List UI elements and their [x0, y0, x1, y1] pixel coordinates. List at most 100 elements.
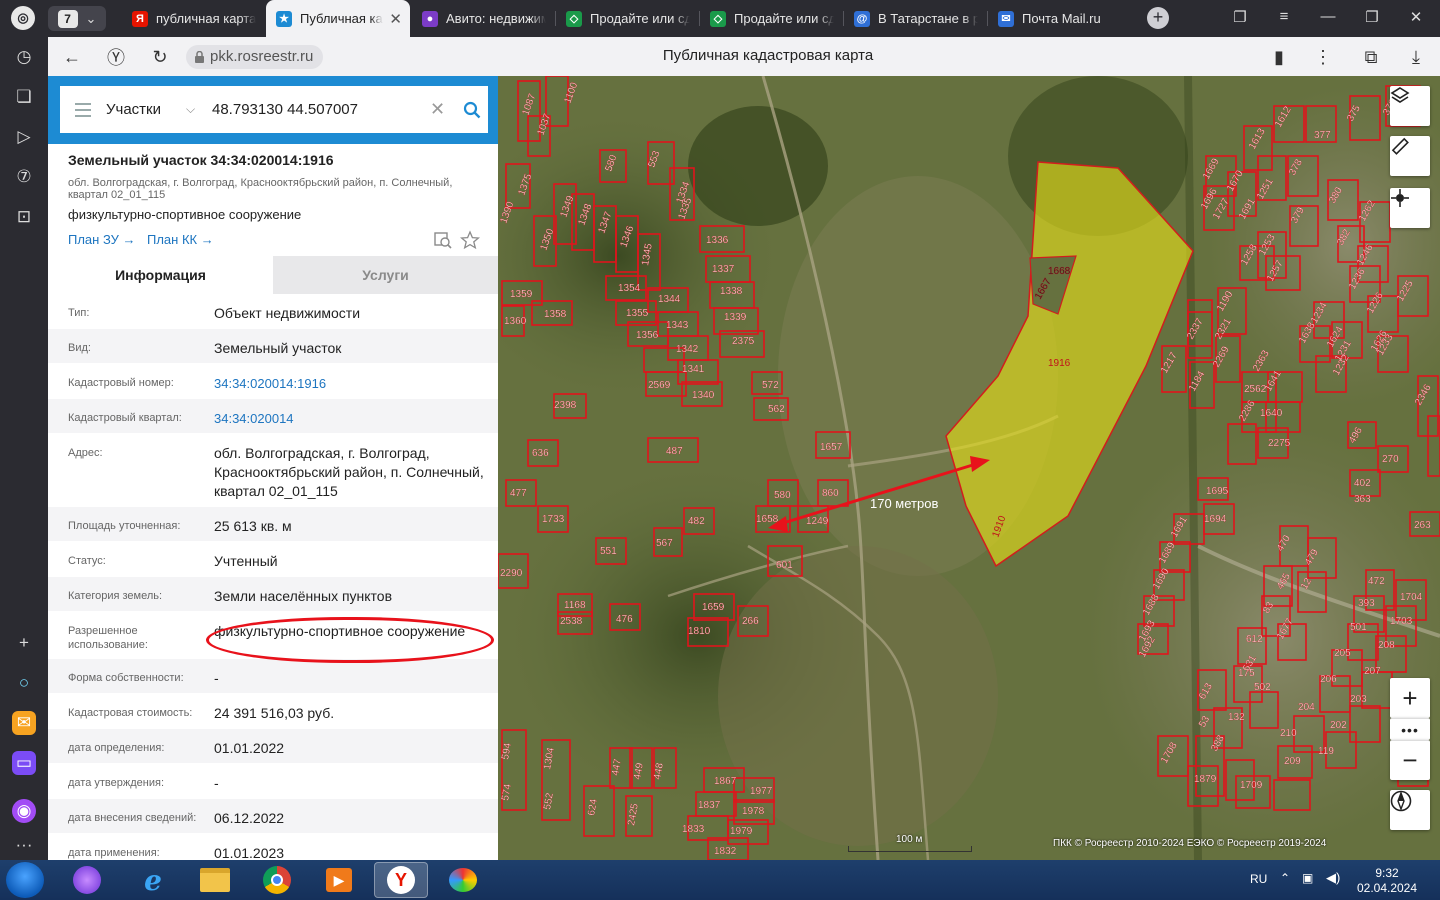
svg-text:482: 482 [688, 516, 705, 527]
close-tab-icon[interactable]: ✕ [389, 10, 402, 28]
svg-text:202: 202 [1330, 720, 1347, 731]
clock[interactable]: 9:32 02.04.2024 [1352, 866, 1422, 896]
tab-services[interactable]: Услуги [273, 256, 498, 294]
svg-text:119: 119 [1318, 746, 1334, 757]
volume-icon[interactable]: ◀) [1326, 870, 1340, 886]
property-row: Вид: Земельный участок [48, 329, 498, 364]
alice-app-icon[interactable] [60, 862, 114, 898]
menu-icon[interactable]: ≡ [1271, 8, 1297, 25]
tab-5[interactable]: ◇ Продайте или сдайте [700, 0, 842, 37]
property-value: 06.12.2022 [214, 810, 285, 826]
more-icon[interactable]: ··· [12, 833, 36, 857]
tab-counter-button[interactable]: 7 ⌄ [48, 6, 106, 31]
history-icon[interactable]: ◷ [12, 45, 36, 69]
play-icon[interactable]: ▷ [12, 125, 36, 149]
browser-tab-bar: ◎ 7 ⌄ Я публичная карта ★ Публичная када… [0, 0, 1440, 37]
tab-7[interactable]: ✉ Почта Mail.ru [988, 0, 1130, 37]
property-value: Земельный участок [214, 340, 342, 356]
tab-3[interactable]: ● Авито: недвижимость [412, 0, 554, 37]
profile-button[interactable]: ◎ [8, 3, 38, 33]
layers-button[interactable] [1390, 86, 1430, 126]
tab-2-active[interactable]: ★ Публичная кадастровая карта ✕ [266, 0, 410, 37]
map-view[interactable]: 1087 1100 1037 580 553 1375 1390 1350 1349 134… [498, 76, 1440, 860]
plan-zu-link[interactable]: План ЗУ → [68, 232, 136, 247]
download-icon[interactable]: ⤓ [1404, 45, 1428, 69]
collections-icon[interactable]: ❏ [12, 85, 36, 109]
svg-text:1703: 1703 [1390, 616, 1413, 627]
chrome-icon[interactable] [250, 862, 304, 898]
plan-kk-link[interactable]: План КК → [147, 232, 214, 247]
rosreestr-icon: ★ [276, 10, 292, 27]
address-bar-row: ← Ⓨ ↻ pkk.rosreestr.ru Публичная кадастр… [48, 37, 1440, 76]
network-icon[interactable]: ▣ [1302, 871, 1313, 885]
alice-icon[interactable]: ○ [12, 671, 36, 695]
clock-time: 9:32 [1375, 866, 1399, 880]
property-row: Форма собственности: - [48, 659, 498, 694]
yandex-browser-icon[interactable]: Y [374, 862, 428, 898]
clock-date: 02.04.2024 [1356, 881, 1418, 895]
search-icon[interactable] [456, 101, 488, 119]
paint-icon[interactable] [436, 862, 490, 898]
tab-1[interactable]: Я публичная карта [122, 0, 264, 37]
search-input[interactable]: 48.793130 44.507007 [212, 101, 430, 118]
seven-icon[interactable]: ⑦ [12, 165, 36, 189]
screenshot-icon[interactable]: ⊡ [12, 205, 36, 229]
ruler-button[interactable] [1390, 136, 1430, 176]
url-field[interactable]: pkk.rosreestr.ru [186, 45, 324, 69]
svg-text:1341: 1341 [682, 364, 705, 375]
zoom-in-button[interactable]: + [1390, 678, 1430, 718]
zoom-to-object-icon[interactable] [433, 230, 453, 250]
locate-button[interactable] [1390, 188, 1430, 228]
alice-assistant-icon[interactable]: ◉ [12, 799, 36, 823]
tab-title: Почта Mail.ru [1022, 11, 1101, 26]
more-vertical-icon[interactable]: ⋮ [1311, 45, 1335, 69]
collections-icon[interactable]: ❐ [1227, 8, 1253, 26]
new-tab-button[interactable]: + [1147, 7, 1169, 29]
zoom-more-button[interactable]: ••• [1390, 718, 1430, 740]
messenger-icon[interactable]: ▭ [12, 751, 36, 775]
restore-icon[interactable]: ❐ [1359, 8, 1385, 26]
zoom-out-button[interactable]: − [1390, 740, 1430, 780]
satellite-map[interactable]: 1087 11001037 580 5531375 139013501349 134… [498, 76, 1440, 860]
tab-6[interactable]: @ В Татарстане в р [844, 0, 986, 37]
back-arrow-icon[interactable]: ← [60, 45, 84, 69]
yandex-button-icon[interactable]: Ⓨ [104, 45, 128, 69]
favorite-star-icon[interactable] [460, 230, 480, 250]
svg-text:1659: 1659 [702, 602, 725, 613]
translate-icon[interactable]: ⧉ [1359, 45, 1383, 69]
tab-count: 7 [57, 9, 78, 28]
add-icon[interactable]: + [12, 631, 36, 655]
svg-text:2290: 2290 [500, 568, 523, 579]
svg-text:1704: 1704 [1400, 592, 1423, 603]
tab-4[interactable]: ◇ Продайте или сдайте [556, 0, 698, 37]
svg-text:1356: 1356 [636, 330, 659, 341]
tray-chevron-icon[interactable]: ⌃ [1280, 871, 1290, 885]
close-window-icon[interactable]: ✕ [1403, 8, 1429, 26]
chevron-down-icon[interactable]: ⌵ [186, 102, 212, 117]
mail-app-icon[interactable]: ✉ [12, 711, 36, 735]
tab-information[interactable]: Информация [48, 256, 273, 294]
page-title: Публичная кадастровая карта [662, 47, 874, 64]
media-player-icon[interactable]: ▶ [312, 862, 366, 898]
svg-text:1249: 1249 [806, 516, 829, 527]
search-type-select[interactable]: Участки [106, 101, 186, 118]
cadastral-quarter-link[interactable]: 34:34:020014 [214, 409, 490, 428]
language-indicator[interactable]: RU [1250, 872, 1267, 886]
svg-text:377: 377 [1314, 130, 1331, 141]
svg-text:1657: 1657 [820, 442, 843, 453]
reload-icon[interactable]: ↻ [148, 45, 172, 69]
property-label: дата определения: [68, 742, 165, 754]
compass-icon [1390, 790, 1412, 812]
clear-icon[interactable]: ✕ [430, 99, 456, 120]
start-button[interactable] [6, 862, 44, 898]
bookmark-icon[interactable]: ▮ [1267, 45, 1291, 69]
internet-explorer-icon[interactable]: e [126, 862, 180, 898]
property-row: дата применения: 01.01.2023 [48, 834, 498, 860]
minimize-icon[interactable]: — [1315, 8, 1341, 25]
cadastral-number-link[interactable]: 34:34:020014:1916 [214, 374, 490, 393]
file-explorer-icon[interactable] [188, 862, 242, 898]
svg-text:502: 502 [1254, 682, 1271, 693]
hamburger-menu-icon[interactable] [60, 102, 106, 117]
compass-button[interactable] [1390, 790, 1430, 830]
property-label: дата утверждения: [68, 777, 165, 789]
